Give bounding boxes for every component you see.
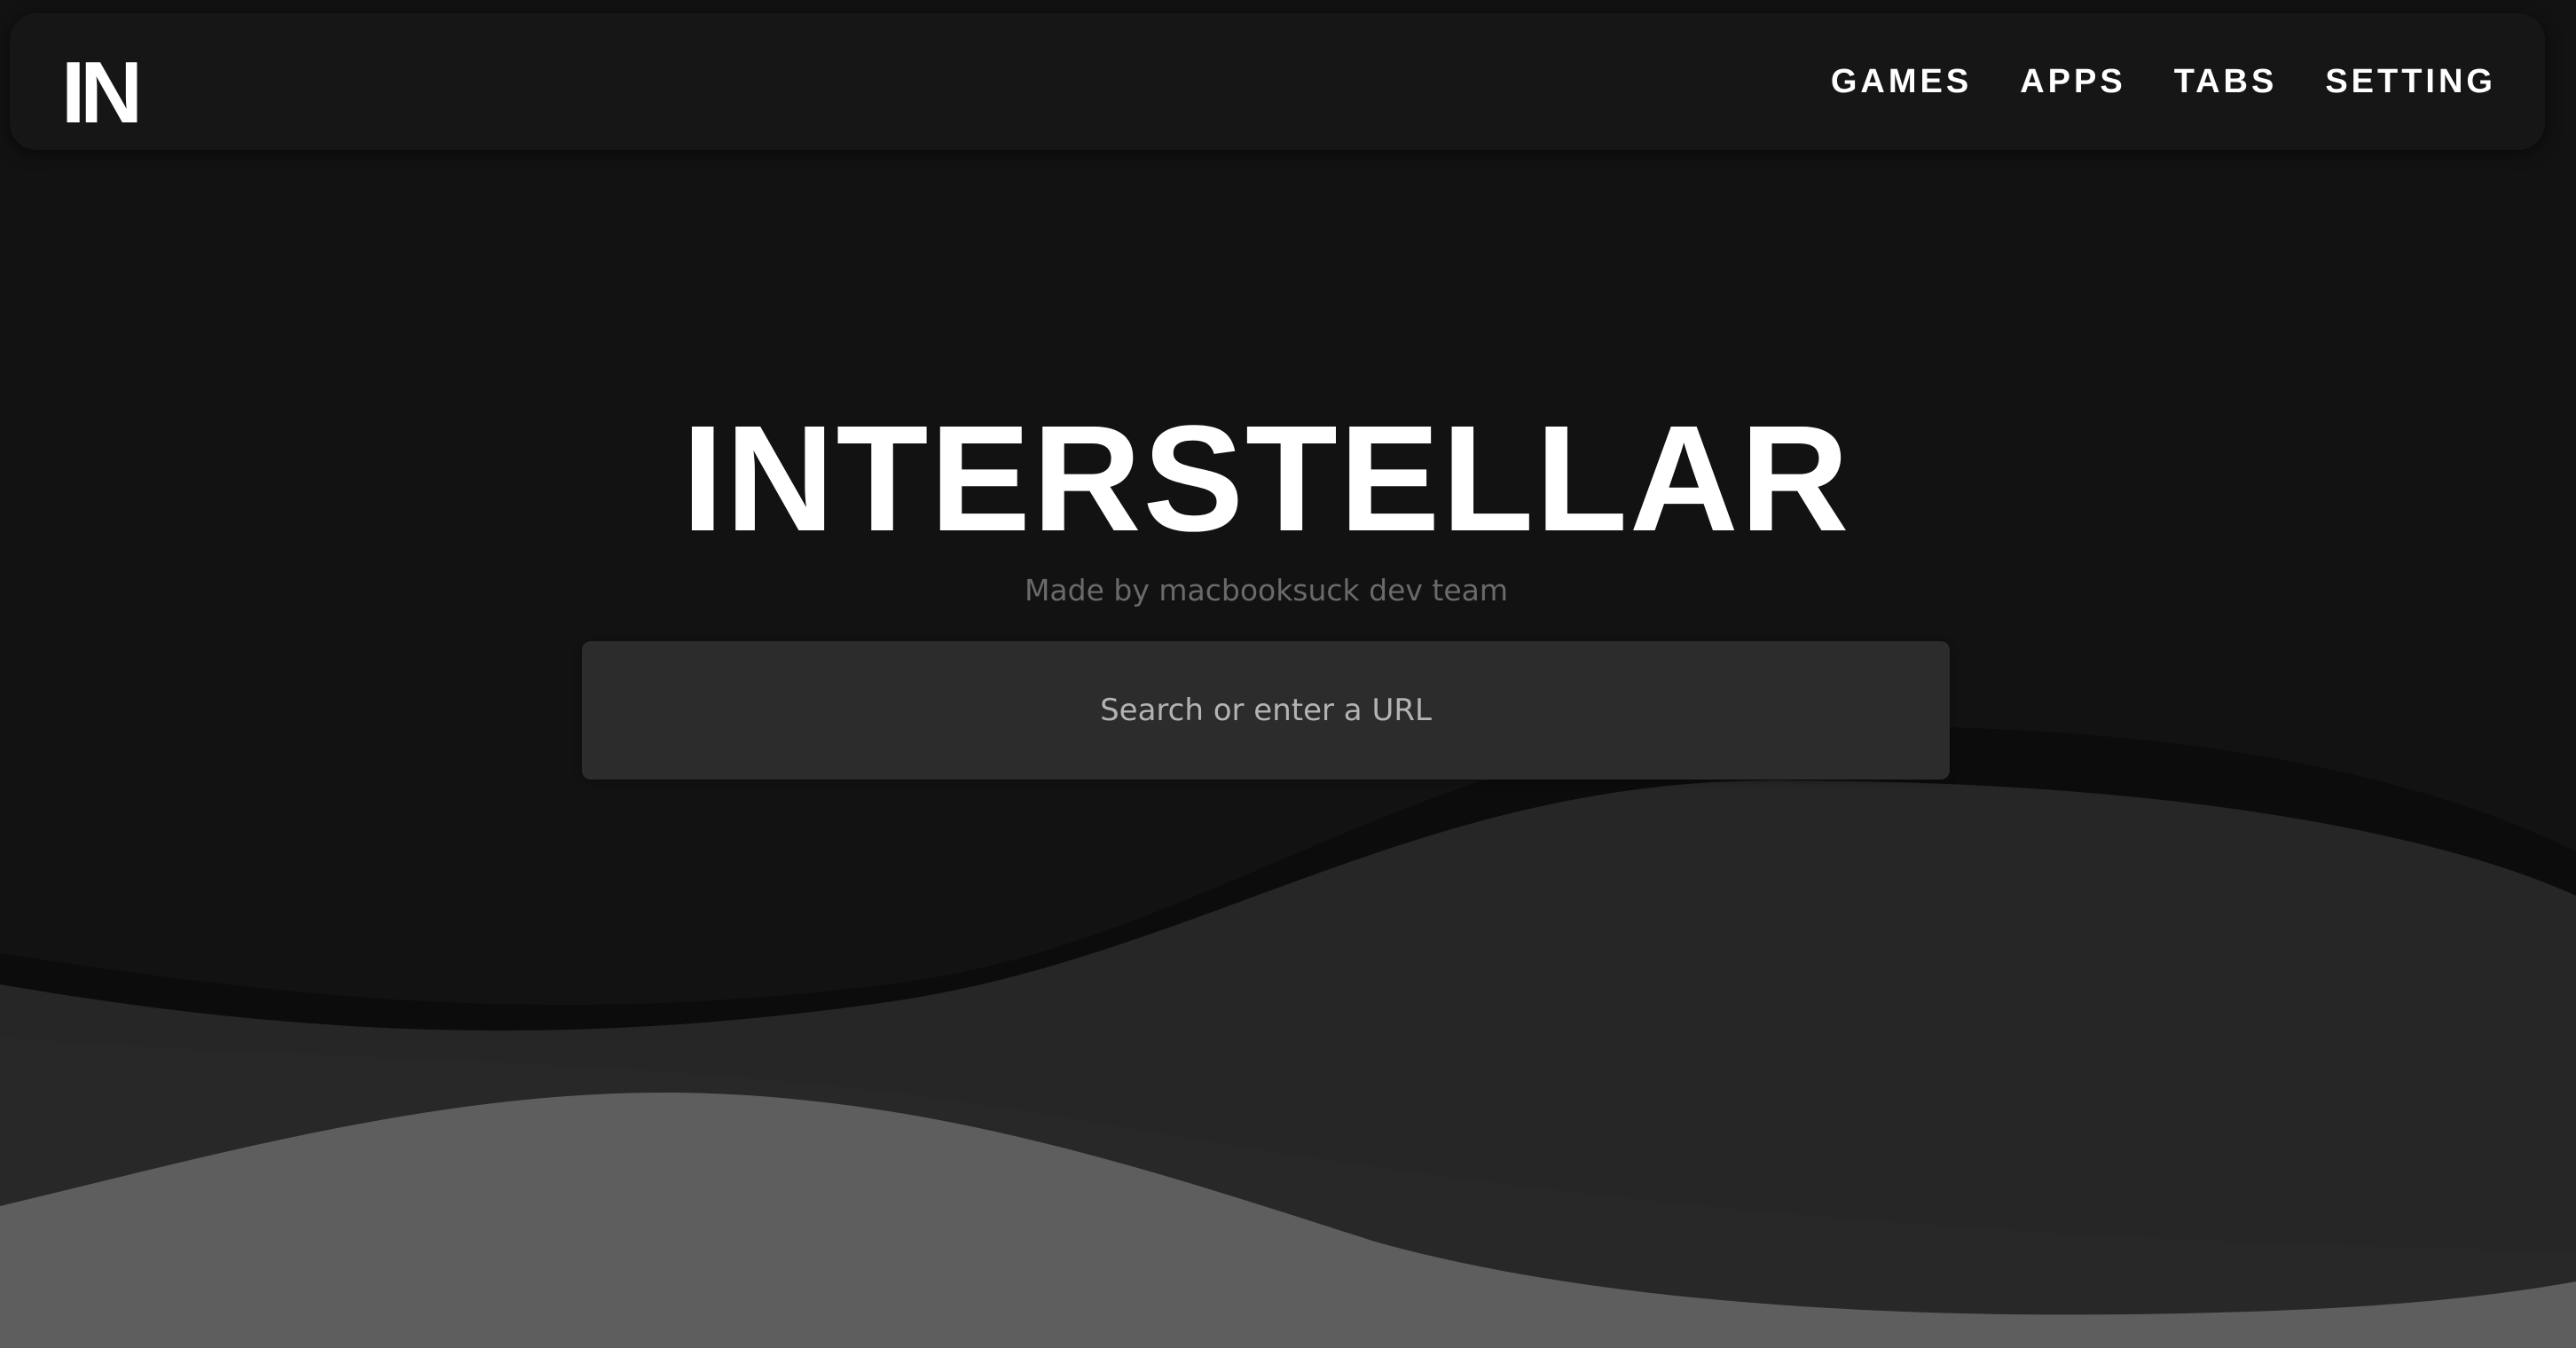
hero-section: INTERSTELLAR Made by macbooksuck dev tea… <box>0 390 2533 610</box>
page: IN GAMES APPS TABS SETTING INTERSTELLAR … <box>0 0 2576 1348</box>
nav-link-setting[interactable]: SETTING <box>2325 63 2496 101</box>
page-title: INTERSTELLAR <box>681 395 1851 563</box>
nav-link-games[interactable]: GAMES <box>1831 63 1972 101</box>
page-subtitle: Made by macbooksuck dev team <box>1024 573 1509 607</box>
nav-link-tabs[interactable]: TABS <box>2174 63 2278 101</box>
top-navbar: IN GAMES APPS TABS SETTING <box>10 13 2545 150</box>
site-logo[interactable]: IN <box>61 49 143 136</box>
nav-links: GAMES APPS TABS SETTING <box>1831 13 2496 150</box>
search-box <box>582 641 1950 780</box>
nav-link-apps[interactable]: APPS <box>2020 63 2125 101</box>
search-input[interactable] <box>582 641 1950 780</box>
